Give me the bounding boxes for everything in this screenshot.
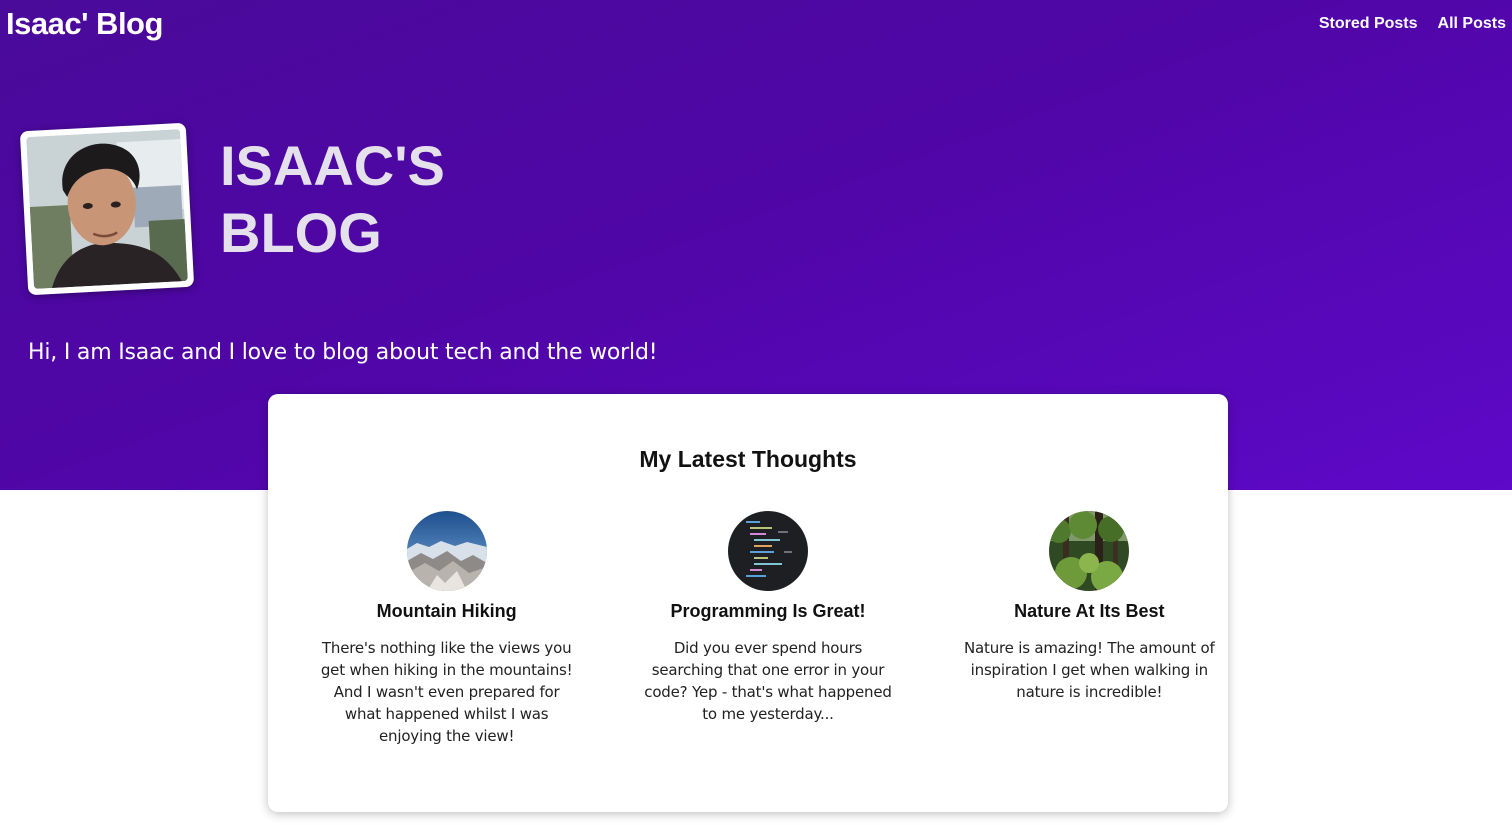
page-title: ISAAC'S BLOG (220, 132, 480, 266)
nav-all-posts[interactable]: All Posts (1438, 15, 1506, 33)
post-item-programming[interactable]: Programming Is Great! Did you ever spend… (629, 511, 906, 747)
page-title-line-2: BLOG (220, 201, 382, 264)
post-item-mountain-hiking[interactable]: Mountain Hiking There's nothing like the… (308, 511, 585, 747)
site-brand-link[interactable]: Isaac' Blog (6, 6, 163, 42)
post-item-nature[interactable]: Nature At Its Best Nature is amazing! Th… (951, 511, 1228, 747)
forest-thumbnail-icon (1049, 511, 1130, 591)
post-excerpt: Did you ever spend hours searching that … (644, 639, 892, 723)
post-excerpt: Nature is amazing! The amount of inspira… (964, 639, 1215, 701)
posts-list: Mountain Hiking There's nothing like the… (268, 511, 1228, 747)
post-title: Programming Is Great! (670, 601, 866, 621)
code-thumbnail-icon (727, 511, 808, 591)
main-nav: Stored Posts All Posts (1319, 15, 1506, 33)
mountains-thumbnail-icon (406, 511, 487, 591)
post-thumbnail (727, 511, 808, 591)
page-title-line-1: ISAAC'S (220, 134, 445, 197)
latest-posts-heading: My Latest Thoughts (639, 446, 857, 472)
profile-photo-icon (26, 129, 188, 289)
post-thumbnail (1049, 511, 1130, 591)
post-excerpt: There's nothing like the views you get w… (320, 639, 573, 745)
post-thumbnail (406, 511, 487, 591)
post-title: Nature At Its Best (1014, 601, 1165, 621)
avatar (19, 122, 195, 296)
nav-stored-posts[interactable]: Stored Posts (1319, 15, 1418, 33)
latest-posts-card: My Latest Thoughts Mountain Hiking There… (268, 394, 1228, 812)
intro-text: Hi, I am Isaac and I love to blog about … (28, 340, 658, 365)
post-title: Mountain Hiking (376, 601, 517, 621)
